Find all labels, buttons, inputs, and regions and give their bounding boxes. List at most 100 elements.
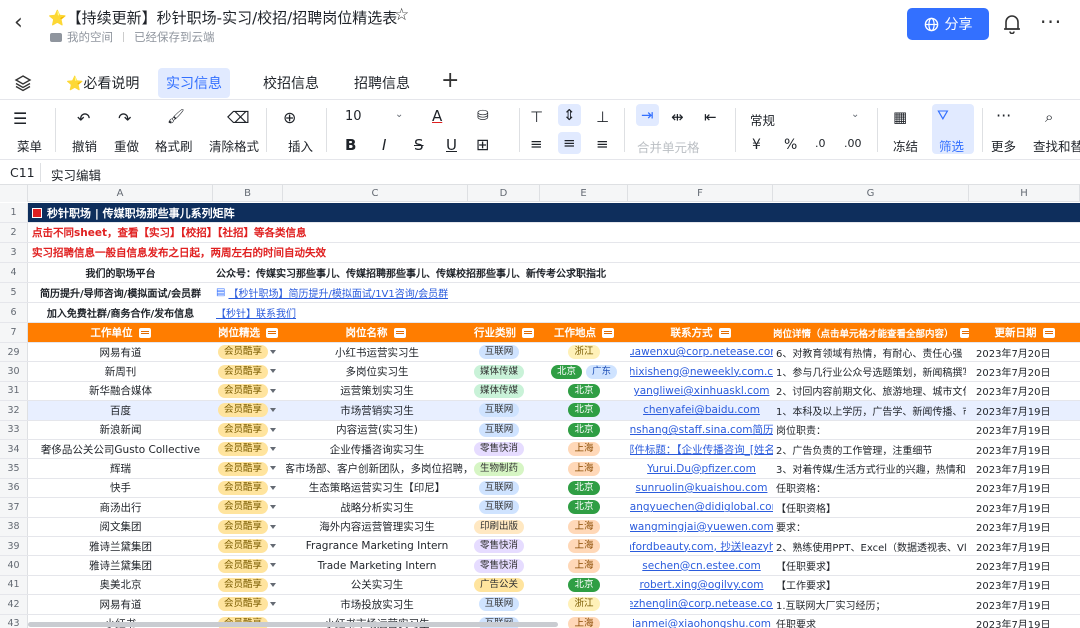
contact-cell[interactable]: sechen@cn.estee.com	[630, 556, 773, 574]
position-cell[interactable]: 市场营销实习生	[286, 401, 468, 419]
filter-dropdown-icon[interactable]	[522, 327, 534, 338]
date-cell[interactable]: 2023年7月19日	[976, 401, 1080, 419]
selection-cell[interactable]: 会员酷享	[218, 518, 283, 536]
row-number[interactable]: 36	[0, 478, 28, 498]
location-cell[interactable]: 北京	[540, 479, 628, 497]
row-number[interactable]: 3	[0, 243, 28, 262]
position-cell[interactable]: 生态策略运营实习生【印尼】	[286, 479, 468, 497]
company-cell[interactable]: 辉瑞	[28, 459, 213, 477]
dropdown-icon[interactable]	[270, 447, 276, 451]
bell-icon[interactable]	[1003, 14, 1021, 34]
row-number[interactable]: 42	[0, 595, 28, 614]
location-cell[interactable]: 上海	[540, 518, 628, 536]
details-cell[interactable]: 1、参与几行业公众号选题策划，新闻稿撰写与内容	[776, 362, 966, 380]
find-replace-button[interactable]: 查找和替换	[1033, 136, 1080, 155]
contact-link[interactable]: tanshang@staff.sina.com简历标	[630, 422, 773, 437]
contact-cell[interactable]: pmfordbeauty.com, 抄送leazyhbc	[630, 537, 773, 555]
undo-icon[interactable]: ↶	[77, 109, 90, 128]
dropdown-icon[interactable]	[270, 388, 276, 393]
location-cell[interactable]: 上海	[540, 556, 628, 574]
dropdown-icon[interactable]	[270, 485, 276, 490]
position-cell[interactable]: Fragrance Marketing Intern	[286, 537, 468, 555]
row-number[interactable]: 35	[0, 459, 28, 478]
row-number[interactable]: 38	[0, 517, 28, 536]
join-label[interactable]: 加入免费社群/商务合作/发布信息	[28, 303, 213, 322]
filter-icon[interactable]: ⛛	[937, 108, 949, 124]
row-number[interactable]: 7	[0, 323, 28, 342]
date-cell[interactable]: 2023年7月19日	[976, 595, 1080, 613]
industry-cell[interactable]: 互联网	[468, 401, 530, 419]
company-cell[interactable]: 新华融合媒体	[28, 382, 213, 400]
position-cell[interactable]: 内容运营(实习生)	[286, 421, 468, 439]
row-number[interactable]: 5	[0, 283, 28, 302]
tab-campus[interactable]: 校招信息	[255, 68, 327, 98]
contact-cell[interactable]: sunruolin@kuaishou.com	[630, 479, 773, 497]
clip-icon[interactable]: ⇤	[704, 108, 717, 126]
filter-button[interactable]: 筛选	[939, 136, 964, 155]
increase-decimal-button[interactable]: .00	[844, 137, 862, 150]
location-cell[interactable]: 北京	[540, 421, 628, 439]
position-cell[interactable]: 海外内容运营管理实习生	[286, 518, 468, 536]
more-options-icon[interactable]: ···	[1040, 10, 1062, 34]
header-date[interactable]: 更新日期	[969, 323, 1080, 342]
banner-title-cell[interactable]: 秒针职场 | 传媒职场那些事儿系列矩阵	[32, 203, 235, 222]
horizontal-scrollbar[interactable]	[28, 622, 558, 627]
bold-icon[interactable]: B	[345, 136, 356, 154]
contact-link[interactable]: sechen@cn.estee.com	[642, 560, 760, 572]
details-cell[interactable]: 【任职要求】	[776, 556, 966, 574]
contact-link[interactable]: shixisheng@neweekly.com.cn	[630, 366, 773, 378]
date-cell[interactable]: 2023年7月19日	[976, 479, 1080, 497]
selection-cell[interactable]: 会员酷享	[218, 498, 283, 516]
formula-input[interactable]: 实习编辑	[51, 165, 101, 184]
contact-cell[interactable]: Yurui.Du@pfizer.com	[630, 459, 773, 477]
redo-icon[interactable]: ↷	[118, 109, 131, 128]
resume-label[interactable]: 简历提升/导师咨询/模拟面试/会员群	[28, 283, 213, 302]
undo-button[interactable]: 撤销	[72, 136, 97, 155]
row-number[interactable]: 31	[0, 381, 28, 401]
join-link-cell[interactable]: 【秒针】联系我们	[216, 303, 296, 322]
clear-format-button[interactable]: 清除格式	[209, 136, 259, 155]
industry-cell[interactable]: 零售快消	[468, 440, 530, 458]
header-industry[interactable]: 行业类别	[468, 323, 540, 342]
details-cell[interactable]: 岗位职责：	[776, 421, 966, 439]
company-cell[interactable]: 雅诗兰黛集团	[28, 556, 213, 574]
row-number[interactable]: 39	[0, 537, 28, 556]
decrease-decimal-button[interactable]: .0	[815, 137, 826, 150]
date-cell[interactable]: 2023年7月19日	[976, 518, 1080, 536]
location-cell[interactable]: 北京	[540, 576, 628, 594]
menu-button[interactable]: 菜单	[17, 136, 42, 155]
industry-cell[interactable]: 互联网	[468, 343, 530, 361]
contact-cell[interactable]: yangliwei@xinhuaskl.com	[630, 382, 773, 400]
selection-cell[interactable]: 会员酷享	[218, 421, 283, 439]
dropdown-icon[interactable]	[270, 582, 276, 587]
company-cell[interactable]: 阅文集团	[28, 518, 213, 536]
selection-cell[interactable]: 会员酷享	[218, 595, 283, 613]
share-button[interactable]: 分享	[907, 8, 989, 40]
contact-cell[interactable]: ianmei@xiaohongshu.com	[630, 615, 773, 628]
company-cell[interactable]: 雅诗兰黛集团	[28, 537, 213, 555]
filter-dropdown-icon[interactable]	[266, 327, 278, 338]
contact-link[interactable]: Yurui.Du@pfizer.com	[647, 463, 756, 475]
filter-dropdown-icon[interactable]	[959, 327, 969, 338]
contact-link[interactable]: robert.xing@ogilvy.com	[640, 579, 764, 591]
location-cell[interactable]: 上海	[540, 537, 628, 555]
search-icon[interactable]: ⌕	[1045, 108, 1053, 126]
row-number[interactable]: 4	[0, 263, 28, 282]
header-position[interactable]: 岗位名称	[283, 323, 468, 342]
borders-icon[interactable]: ⊞	[476, 135, 489, 154]
position-cell[interactable]: 战略分析实习生	[286, 498, 468, 516]
position-cell[interactable]: 小红书运营实习生	[286, 343, 468, 361]
eraser-icon[interactable]: ⌫	[227, 108, 250, 127]
dropdown-icon[interactable]	[270, 524, 276, 529]
column-header-g[interactable]: G	[773, 185, 969, 202]
location-cell[interactable]: 上海	[540, 440, 628, 458]
row-number[interactable]: 32	[0, 401, 28, 420]
row-number[interactable]: 6	[0, 303, 28, 322]
row-number[interactable]: 2	[0, 223, 28, 242]
chevron-down-icon[interactable]: ⌄	[395, 109, 403, 120]
cell-reference[interactable]: C11	[10, 165, 35, 180]
insert-icon[interactable]: ⊕	[283, 108, 296, 127]
date-cell[interactable]: 2023年7月19日	[976, 459, 1080, 477]
details-cell[interactable]: 1.互联网大厂实习经历；	[776, 595, 966, 613]
industry-cell[interactable]: 互联网	[468, 421, 530, 439]
